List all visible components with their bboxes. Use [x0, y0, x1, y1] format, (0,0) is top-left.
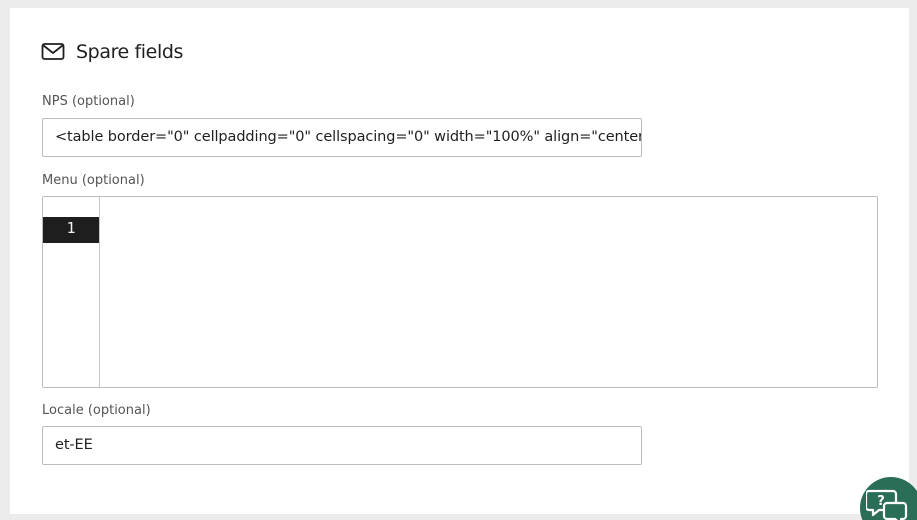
help-glyph: ?: [877, 494, 885, 509]
menu-code-editor[interactable]: 1: [42, 196, 878, 388]
line-number-active: 1: [43, 217, 99, 243]
locale-input[interactable]: et-EE: [42, 426, 642, 465]
chat-help-icon: ?: [866, 489, 908, 520]
menu-label: Menu (optional): [42, 173, 145, 188]
locale-label: Locale (optional): [42, 403, 151, 418]
section-header: Spare fields: [41, 38, 183, 66]
section-title: Spare fields: [76, 41, 183, 63]
line-number-gutter: 1: [43, 197, 100, 387]
spare-fields-card: Spare fields NPS (optional) <table borde…: [10, 8, 909, 514]
nps-label: NPS (optional): [42, 94, 135, 109]
menu-code-area[interactable]: [101, 197, 877, 387]
mail-icon: [41, 42, 65, 62]
nps-input[interactable]: <table border="0" cellpadding="0" cellsp…: [42, 118, 642, 157]
